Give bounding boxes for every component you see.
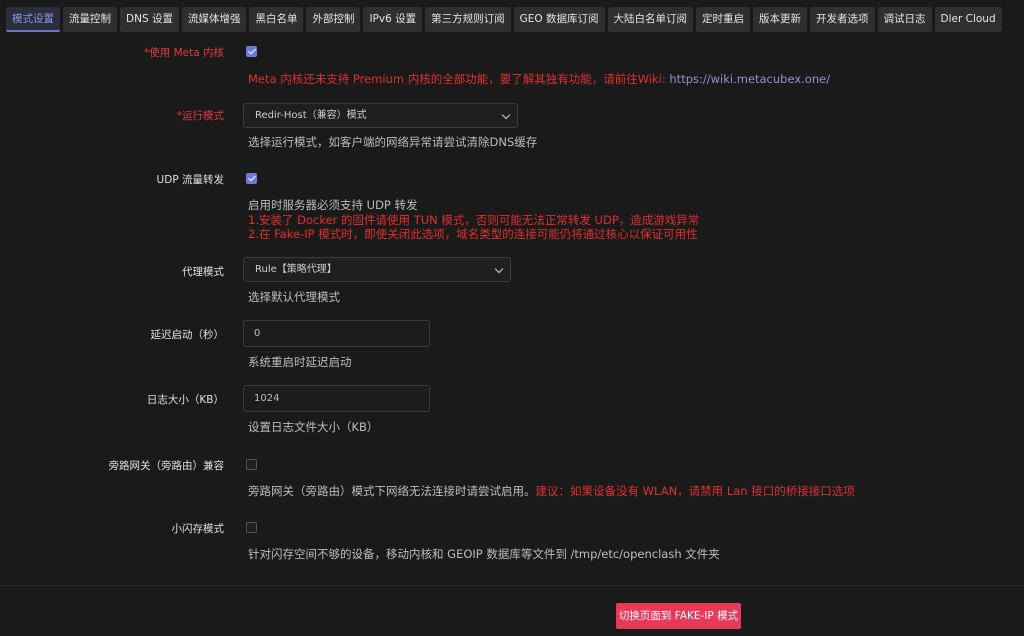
meta-kernel-desc: Meta 内核还未支持 Premium 内核的全部功能，要了解其独有功能，请前往…	[248, 72, 830, 86]
log-size-label: 日志大小（KB）	[146, 394, 224, 406]
tab-ipv6-settings[interactable]: IPv6 设置	[363, 7, 423, 32]
tab-debug-log[interactable]: 调试日志	[877, 7, 932, 32]
tab-list: 模式设置 流量控制 DNS 设置 流媒体增强 黑白名单 外部控制 IPv6 设置…	[6, 7, 1002, 32]
tab-mainland-whitelist[interactable]: 大陆白名单订阅	[607, 7, 693, 32]
tab-geo-database[interactable]: GEO 数据库订阅	[513, 7, 605, 32]
meta-kernel-label: *使用 Meta 内核	[144, 47, 224, 59]
tab-streaming-enhance[interactable]: 流媒体增强	[181, 7, 247, 32]
tab-third-party-rules[interactable]: 第三方规则订阅	[425, 7, 511, 32]
log-size-desc: 设置日志文件大小（KB）	[248, 420, 379, 434]
udp-forward-desc: 启用时服务器必须支持 UDP 转发	[248, 198, 418, 212]
switch-fake-ip-button[interactable]: 切换页面到 FAKE-IP 模式	[616, 603, 741, 629]
tab-external-control[interactable]: 外部控制	[306, 7, 361, 32]
run-mode-select[interactable]: Redir-Host（兼容）模式	[243, 103, 518, 128]
tab-version-update[interactable]: 版本更新	[753, 7, 807, 32]
start-delay-desc: 系统重启时延迟启动	[248, 355, 352, 369]
bypass-gateway-suggestion: 建议：如果设备没有 WLAN，请禁用 Lan 接口的桥接接口选项	[535, 484, 855, 498]
proxy-mode-select[interactable]: Rule【策略代理】	[243, 257, 511, 282]
proxy-mode-label: 代理模式	[182, 266, 224, 278]
bypass-gateway-checkbox[interactable]	[246, 459, 257, 470]
run-mode-label: *运行模式	[176, 110, 224, 122]
small-flash-label: 小闪存模式	[171, 523, 225, 535]
tab-developer-options[interactable]: 开发者选项	[810, 7, 875, 32]
proxy-mode-desc: 选择默认代理模式	[248, 290, 340, 304]
chevron-down-icon	[494, 264, 504, 274]
tab-traffic-control[interactable]: 流量控制	[63, 7, 117, 32]
proxy-mode-value: Rule【策略代理】	[255, 264, 337, 275]
wiki-link[interactable]: https://wiki.metacubex.one/	[669, 72, 830, 86]
tab-mode-settings[interactable]: 模式设置	[6, 7, 60, 32]
udp-warning-2: 2.在 Fake-IP 模式时，即使关闭此选项，域名类型的连接可能仍将通过核心以…	[248, 227, 698, 241]
chevron-down-icon	[501, 110, 511, 120]
meta-kernel-warning: Meta 内核还未支持 Premium 内核的全部功能，要了解其独有功能，请前往…	[248, 72, 670, 86]
tab-dler-cloud[interactable]: Dler Cloud	[934, 7, 1002, 32]
udp-forward-checkbox[interactable]	[246, 173, 257, 184]
tab-black-white-list[interactable]: 黑白名单	[249, 7, 304, 32]
tab-scheduled-restart[interactable]: 定时重启	[696, 7, 750, 32]
log-size-input[interactable]: 1024	[243, 385, 430, 412]
run-mode-value: Redir-Host（兼容）模式	[255, 110, 367, 121]
udp-warning-1: 1.安装了 Docker 的固件请使用 TUN 模式，否则可能无法正常转发 UD…	[248, 213, 700, 227]
start-delay-input[interactable]: 0	[243, 320, 430, 347]
footer-divider	[0, 585, 1024, 586]
tab-bar: 模式设置 流量控制 DNS 设置 流媒体增强 黑白名单 外部控制 IPv6 设置…	[0, 0, 1024, 44]
small-flash-desc: 针对闪存空间不够的设备，移动内核和 GEOIP 数据库等文件到 /tmp/etc…	[248, 547, 720, 561]
tab-dns-settings[interactable]: DNS 设置	[120, 7, 179, 32]
run-mode-desc: 选择运行模式，如客户端的网络异常请尝试清除DNS缓存	[248, 135, 538, 149]
bypass-gateway-hint: 旁路网关（旁路由）模式下网络无法连接时请尝试启用。	[248, 484, 536, 498]
meta-kernel-checkbox[interactable]	[246, 46, 257, 57]
bypass-gateway-desc: 旁路网关（旁路由）模式下网络无法连接时请尝试启用。建议：如果设备没有 WLAN，…	[248, 484, 855, 498]
bypass-gateway-label: 旁路网关（旁路由）兼容	[108, 460, 225, 472]
start-delay-label: 延迟启动（秒）	[150, 329, 225, 341]
udp-forward-label: UDP 流量转发	[156, 174, 224, 186]
small-flash-checkbox[interactable]	[246, 522, 257, 533]
